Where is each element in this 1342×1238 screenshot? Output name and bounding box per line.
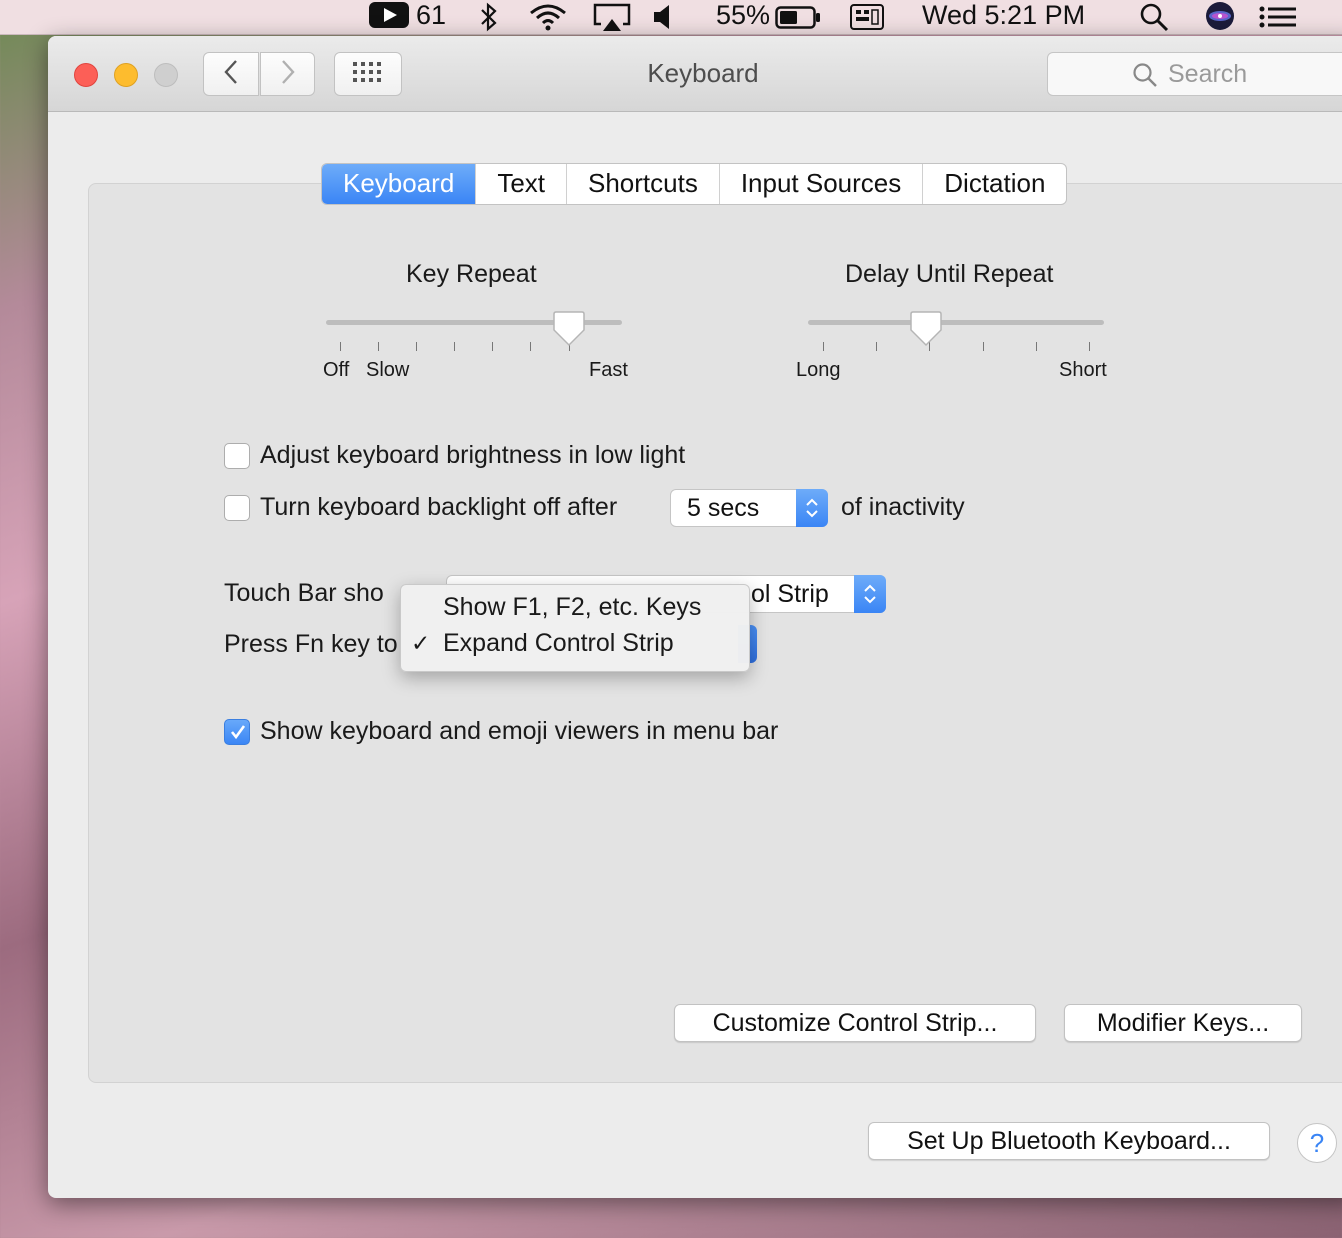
bluetooth-icon[interactable]: [478, 2, 500, 36]
video-icon[interactable]: [368, 1, 410, 35]
checkmark-icon: [229, 723, 247, 746]
menu-item-expand-control-strip[interactable]: Expand Control Strip: [443, 629, 674, 658]
slider-tick: [823, 342, 824, 351]
key-repeat-slow-label: Slow: [366, 359, 410, 381]
help-button[interactable]: ?: [1297, 1123, 1337, 1163]
menu-bar: 61 55% Wed 5:21 PM: [0, 0, 1342, 35]
battery-icon[interactable]: [775, 2, 821, 36]
keyboard-viewer-icon[interactable]: [849, 2, 885, 36]
siri-icon[interactable]: [1203, 1, 1237, 35]
delay-short-label: Short: [1059, 359, 1107, 381]
search-icon: [1132, 62, 1158, 93]
set-up-bluetooth-keyboard-button[interactable]: Set Up Bluetooth Keyboard...: [868, 1122, 1270, 1160]
tab-input-sources[interactable]: Input Sources: [718, 164, 922, 204]
modifier-keys-button[interactable]: Modifier Keys...: [1064, 1004, 1302, 1042]
volume-icon[interactable]: [652, 2, 676, 36]
fn-key-dropdown-menu: Show F1, F2, etc. Keys ✓ Expand Control …: [400, 584, 750, 672]
notification-center-icon[interactable]: [1258, 2, 1298, 36]
search-field[interactable]: Search: [1047, 52, 1342, 96]
checkmark-icon: ✓: [411, 630, 431, 656]
video-count[interactable]: 61: [416, 0, 446, 34]
slider-tick: [983, 342, 984, 351]
title-bar: Keyboard Search: [48, 36, 1342, 112]
menu-item-show-f-keys[interactable]: Show F1, F2, etc. Keys: [443, 593, 701, 622]
menubar-clock[interactable]: Wed 5:21 PM: [922, 0, 1085, 34]
slider-tick: [416, 342, 417, 351]
delay-slider-track[interactable]: [808, 320, 1104, 325]
adjust-brightness-checkbox[interactable]: [224, 443, 250, 469]
touch-bar-shows-label: Touch Bar sho: [224, 579, 384, 607]
slider-tick: [1089, 342, 1090, 351]
customize-control-strip-button[interactable]: Customize Control Strip...: [674, 1004, 1036, 1042]
spotlight-icon[interactable]: [1139, 2, 1171, 36]
backlight-timeout-select[interactable]: 5 secs: [670, 489, 828, 527]
backlight-off-label: Turn keyboard backlight off after: [260, 493, 618, 521]
updown-chevron-icon: [854, 575, 886, 613]
slider-tick: [340, 342, 341, 351]
delay-until-repeat-title: Delay Until Repeat: [845, 260, 1054, 288]
backlight-off-checkbox[interactable]: [224, 495, 250, 521]
key-repeat-fast-label: Fast: [589, 359, 628, 381]
tab-bar: Keyboard Text Shortcuts Input Sources Di…: [321, 163, 1068, 205]
airplay-icon[interactable]: [592, 2, 632, 36]
tab-keyboard[interactable]: Keyboard: [322, 164, 476, 204]
press-fn-key-label: Press Fn key to: [224, 630, 398, 658]
tab-shortcuts[interactable]: Shortcuts: [566, 164, 719, 204]
key-repeat-off-label: Off: [323, 359, 350, 381]
keyboard-preferences-window: Keyboard Search Keyboard Text Shortcuts …: [48, 36, 1342, 1198]
adjust-brightness-label: Adjust keyboard brightness in low light: [260, 441, 686, 469]
tab-text[interactable]: Text: [475, 164, 566, 204]
updown-chevron-icon: [796, 489, 828, 527]
slider-tick: [454, 342, 455, 351]
key-repeat-slider-knob[interactable]: [552, 310, 586, 348]
slider-tick: [492, 342, 493, 351]
slider-tick: [876, 342, 877, 351]
key-repeat-title: Key Repeat: [406, 260, 537, 288]
show-viewers-checkbox[interactable]: [224, 719, 250, 745]
search-placeholder: Search: [1168, 60, 1248, 88]
wifi-icon[interactable]: [528, 2, 568, 36]
slider-tick: [378, 342, 379, 351]
backlight-timeout-value: 5 secs: [687, 494, 760, 522]
slider-tick: [530, 342, 531, 351]
slider-tick: [1036, 342, 1037, 351]
delay-slider-knob[interactable]: [909, 310, 943, 348]
battery-percent[interactable]: 55%: [716, 0, 770, 34]
inactivity-suffix-label: of inactivity: [841, 493, 965, 521]
tab-dictation[interactable]: Dictation: [922, 164, 1066, 204]
delay-long-label: Long: [796, 359, 841, 381]
show-viewers-label: Show keyboard and emoji viewers in menu …: [260, 717, 779, 745]
touch-bar-shows-value: ol Strip: [751, 580, 829, 608]
